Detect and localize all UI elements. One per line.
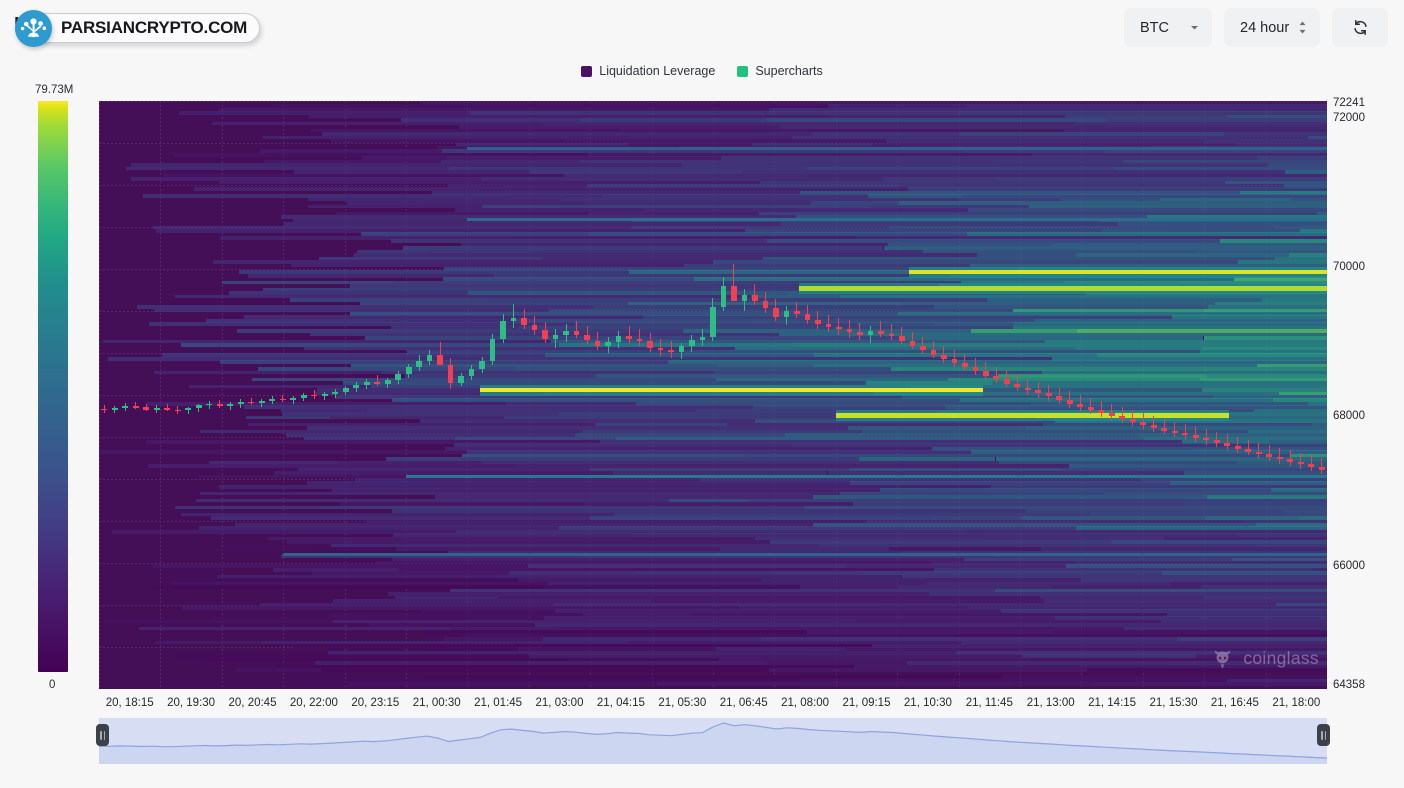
- x-axis-tick: 21, 11:45: [965, 697, 1013, 709]
- x-axis-tick: 21, 08:00: [781, 697, 830, 709]
- legend-swatch-icon: [581, 65, 593, 77]
- y-axis: 72241 72000 70000 68000 66000 64358: [1333, 97, 1403, 691]
- x-axis-tick: 21, 06:45: [719, 697, 768, 709]
- chevron-down-icon: [1191, 26, 1198, 30]
- coinglass-watermark: coinglass: [1210, 646, 1319, 671]
- x-axis-tick: 21, 16:45: [1210, 697, 1259, 709]
- colorbar: 79.73M 0: [35, 84, 73, 691]
- x-axis-tick: 20, 20:45: [228, 697, 277, 709]
- chart-legend: Liquidation Leverage Supercharts: [0, 64, 1404, 78]
- legend-label: Supercharts: [755, 64, 823, 78]
- parsiancrypto-logo-icon: [15, 10, 52, 47]
- range-handle-right[interactable]: [1317, 724, 1330, 746]
- refresh-button[interactable]: [1332, 8, 1388, 47]
- y-axis-tick: 70000: [1333, 261, 1365, 274]
- legend-label: Liquidation Leverage: [599, 64, 716, 78]
- symbol-selector-value: BTC: [1140, 19, 1169, 36]
- price-candlestick-series: [99, 101, 1327, 689]
- slider-overview-chart: [99, 722, 1327, 764]
- parsiancrypto-watermark: PARSIANCRYPTO.COM: [8, 4, 261, 52]
- x-axis-tick: 21, 04:15: [596, 697, 645, 709]
- legend-swatch-icon: [737, 65, 749, 77]
- colorbar-max-label: 79.73M: [35, 84, 74, 96]
- range-handle-left[interactable]: [96, 724, 109, 746]
- x-axis-tick: 21, 15:30: [1149, 697, 1198, 709]
- x-axis-tick: 21, 10:30: [903, 697, 952, 709]
- watermark-text: PARSIANCRYPTO.COM: [61, 18, 248, 37]
- colorbar-min-label: 0: [49, 679, 56, 691]
- x-axis-tick: 20, 19:30: [167, 697, 216, 709]
- liquidation-heatmap-page: Liquidation Heatmap BTC 24 hour: [0, 0, 1404, 788]
- heatmap-plot-area[interactable]: coinglass: [99, 101, 1327, 689]
- x-axis-tick: 21, 03:00: [535, 697, 584, 709]
- x-axis-tick: 21, 05:30: [658, 697, 707, 709]
- y-axis-tick: 64358: [1333, 679, 1365, 691]
- y-axis-tick: 72000: [1333, 111, 1365, 124]
- colorbar-gradient: [38, 101, 68, 672]
- x-axis-tick: 20, 23:15: [351, 697, 400, 709]
- stepper-updown-icon: [1299, 21, 1306, 34]
- symbol-selector[interactable]: BTC: [1124, 8, 1212, 47]
- x-axis-tick: 20, 22:00: [289, 697, 338, 709]
- coinglass-bull-icon: [1215, 650, 1231, 669]
- legend-item-liquidation-leverage[interactable]: Liquidation Leverage: [581, 64, 715, 78]
- period-selector-value: 24 hour: [1240, 19, 1290, 36]
- time-range-slider[interactable]: [96, 718, 1330, 764]
- period-selector[interactable]: 24 hour: [1224, 8, 1320, 47]
- x-axis-tick: 21, 18:00: [1272, 697, 1321, 709]
- y-axis-tick: 66000: [1333, 559, 1365, 572]
- x-axis: 20, 18:15 20, 19:30 20, 20:45 20, 22:00 20, …: [0, 697, 1404, 713]
- watermark-pill: PARSIANCRYPTO.COM: [30, 13, 261, 43]
- refresh-icon: [1353, 19, 1367, 36]
- x-axis-tick: 21, 13:00: [1026, 697, 1075, 709]
- x-axis-tick: 21, 14:15: [1088, 697, 1137, 709]
- y-axis-tick: 72241: [1333, 97, 1365, 109]
- coinglass-label: coinglass: [1243, 648, 1319, 668]
- y-axis-tick: 68000: [1333, 410, 1365, 423]
- header-controls: BTC 24 hour: [1124, 8, 1388, 47]
- x-axis-tick: 21, 00:30: [412, 697, 461, 709]
- legend-item-supercharts[interactable]: Supercharts: [737, 64, 823, 78]
- x-axis-tick: 20, 18:15: [105, 697, 154, 709]
- x-axis-tick: 21, 01:45: [474, 697, 523, 709]
- x-axis-tick: 21, 09:15: [842, 697, 891, 709]
